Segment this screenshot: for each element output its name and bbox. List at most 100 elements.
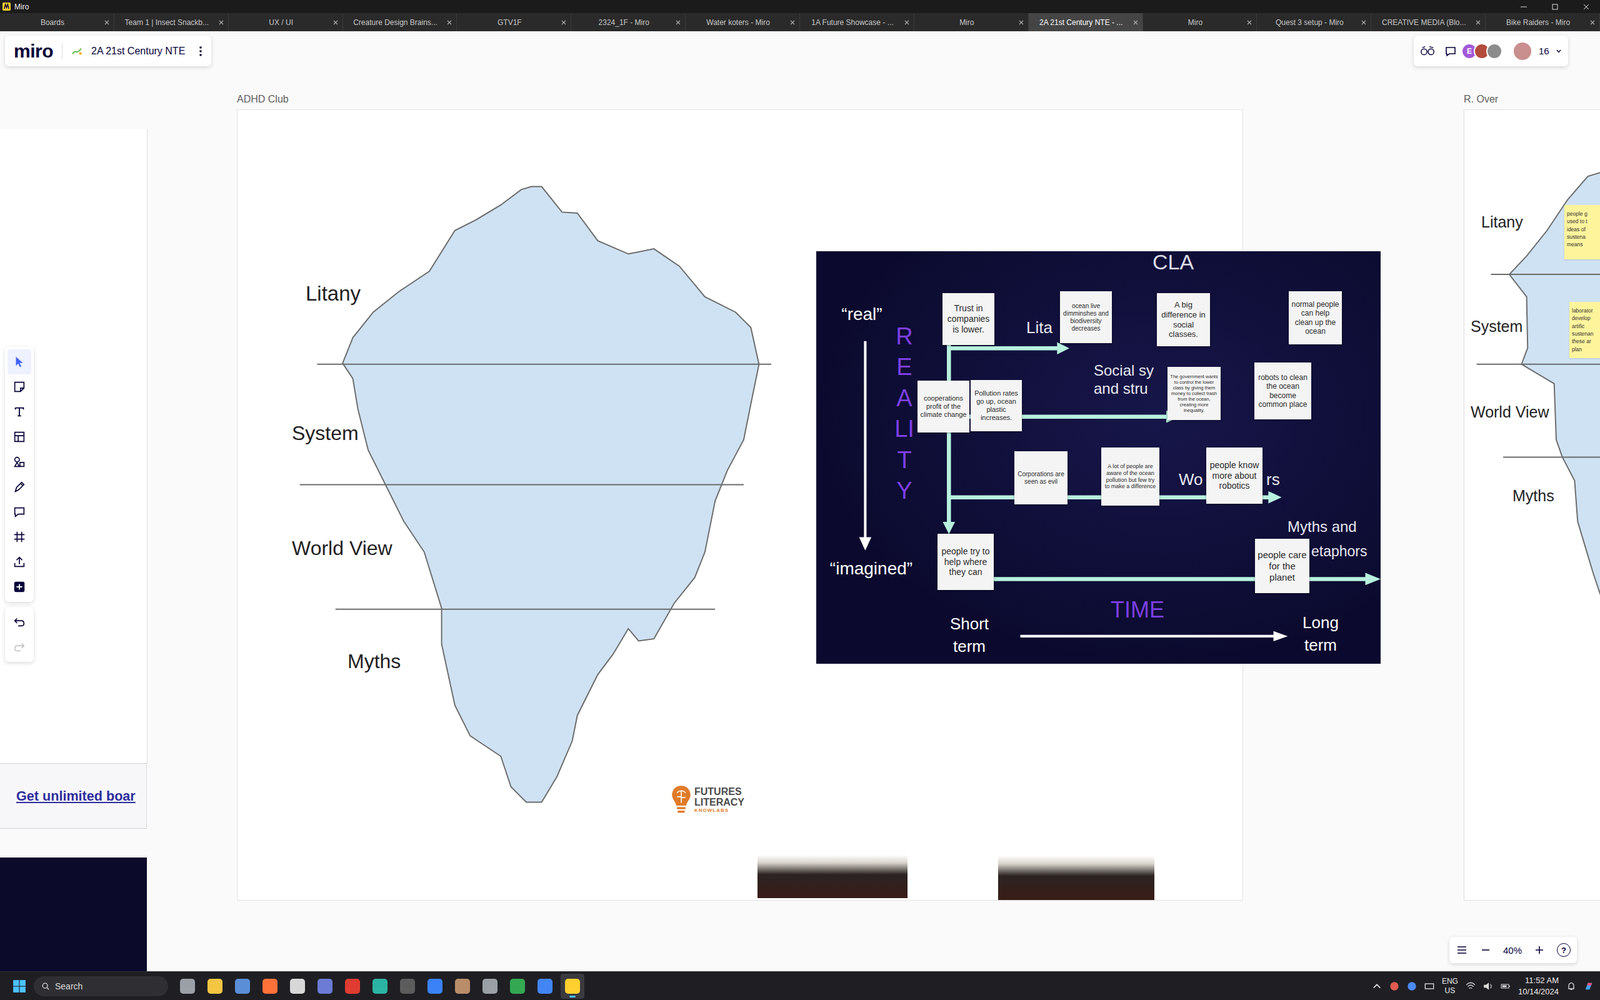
- close-icon[interactable]: [1360, 19, 1367, 26]
- tab[interactable]: Miro: [1143, 13, 1258, 32]
- sticky-note[interactable]: ocean live dimminshes and biodiversity d…: [1060, 291, 1112, 344]
- close-icon[interactable]: [1589, 19, 1596, 26]
- tab[interactable]: 2A 21st Century NTE - ...: [1028, 13, 1144, 32]
- sticky-note[interactable]: people try to help where they can: [937, 533, 994, 590]
- sticky-note[interactable]: normal people can help clean up the ocea…: [1288, 291, 1342, 345]
- tool-button[interactable]: [7, 474, 32, 500]
- wifi-icon[interactable]: [1465, 981, 1476, 992]
- app-tray-icon[interactable]: [1406, 981, 1417, 992]
- zoom-in-icon[interactable]: [1533, 943, 1546, 957]
- upgrade-link[interactable]: Get unlimited boar: [16, 788, 136, 805]
- sticky-note[interactable]: people gused to tideas ofsustenameans: [1564, 205, 1600, 260]
- taskbar-app[interactable]: [230, 973, 255, 999]
- reactions-icon[interactable]: [1420, 45, 1437, 58]
- chevron-down-icon[interactable]: [1555, 48, 1562, 55]
- close-icon[interactable]: [903, 19, 910, 26]
- windows-start-icon[interactable]: [12, 979, 27, 994]
- zoom-level[interactable]: 40%: [1503, 945, 1522, 956]
- tool-button[interactable]: [7, 449, 32, 475]
- taskbar-app[interactable]: [450, 973, 475, 999]
- sticky-note[interactable]: A big difference in social classes.: [1156, 293, 1210, 347]
- help-button[interactable]: ?: [1556, 943, 1571, 957]
- taskbar-app[interactable]: [340, 973, 365, 999]
- sticky-note[interactable]: Corporations are seen as evil: [1014, 451, 1068, 505]
- sticky-note[interactable]: Pollution rates go up, ocean plastic inc…: [970, 380, 1022, 432]
- futures-literacy-logo[interactable]: FUTURES LITERACY KNOWLABS: [670, 783, 745, 817]
- zoom-out-icon[interactable]: [1479, 943, 1492, 957]
- taskbar-app[interactable]: [313, 973, 337, 999]
- list-icon[interactable]: [1455, 943, 1469, 957]
- tab[interactable]: Water koters - Miro: [685, 13, 800, 32]
- taskbar-app[interactable]: [258, 973, 282, 999]
- comments-icon[interactable]: [1442, 45, 1459, 58]
- taskbar-app[interactable]: [560, 973, 585, 999]
- taskbar-app[interactable]: [285, 973, 310, 999]
- redo-button[interactable]: [7, 634, 32, 660]
- app-tray-icon[interactable]: [1389, 981, 1400, 992]
- cla-diagram[interactable]: CLA “real” “imagined” REALITY LitaSocial…: [816, 251, 1381, 664]
- ship-photo[interactable]: [998, 819, 1155, 900]
- tab[interactable]: Miro: [914, 13, 1029, 32]
- tab[interactable]: Bike Raiders - Miro: [1485, 13, 1600, 32]
- close-icon[interactable]: [1246, 19, 1253, 26]
- close-icon[interactable]: [1132, 19, 1139, 26]
- sticky-note[interactable]: Trust in companies is lower.: [942, 293, 995, 345]
- sticky-note[interactable]: laboratordevelopartificsustenanthese arp…: [1569, 301, 1600, 359]
- sticky-note[interactable]: robots to clean the ocean become common …: [1254, 362, 1312, 420]
- taskbar-app[interactable]: [505, 973, 530, 999]
- tab[interactable]: Quest 3 setup - Miro: [1256, 13, 1372, 32]
- frame-title[interactable]: R. Over: [1463, 93, 1499, 105]
- tool-button[interactable]: [7, 349, 32, 375]
- taskbar-app[interactable]: [423, 973, 447, 999]
- tab[interactable]: 1A Future Showcase - ...: [800, 13, 915, 32]
- tool-button[interactable]: [7, 499, 32, 525]
- close-icon[interactable]: [1475, 19, 1482, 26]
- ship-photo[interactable]: [757, 819, 908, 899]
- copilot-icon[interactable]: [1583, 981, 1594, 992]
- more-icon[interactable]: [198, 45, 203, 58]
- close-icon[interactable]: [675, 19, 682, 26]
- tab[interactable]: CREATIVE MEDIA (Blo...: [1371, 13, 1486, 32]
- taskbar-app[interactable]: [368, 973, 392, 999]
- tab[interactable]: Boards: [0, 13, 115, 32]
- frame[interactable]: LitanySystemWorld ViewMyths people gused…: [1463, 109, 1600, 901]
- clock[interactable]: 11:52 AM 10/14/2024: [1518, 975, 1559, 997]
- tab[interactable]: UX / UI: [228, 13, 344, 32]
- tool-button[interactable]: [7, 424, 32, 450]
- close-icon[interactable]: [218, 19, 225, 26]
- maximize-icon[interactable]: [1551, 3, 1559, 11]
- tool-button[interactable]: [7, 549, 32, 575]
- frame-title[interactable]: ADHD Club: [236, 93, 289, 105]
- battery-icon[interactable]: [1500, 981, 1511, 992]
- language-indicator[interactable]: ENGUS: [1441, 976, 1459, 996]
- tab[interactable]: GTV1F: [456, 13, 572, 32]
- chevron-up-icon[interactable]: [1371, 981, 1382, 992]
- speaker-icon[interactable]: [1483, 981, 1494, 992]
- close-icon[interactable]: [789, 19, 796, 26]
- undo-button[interactable]: [7, 609, 32, 635]
- sticky-note[interactable]: people know more about robotics: [1206, 447, 1263, 504]
- taskbar-app[interactable]: [395, 973, 420, 999]
- close-icon[interactable]: [560, 19, 567, 26]
- tab[interactable]: Creature Design Brains...: [343, 13, 458, 32]
- close-icon[interactable]: [103, 19, 110, 26]
- taskbar-app[interactable]: [533, 973, 557, 999]
- taskbar-app[interactable]: [203, 973, 227, 999]
- close-icon[interactable]: [1018, 19, 1025, 26]
- sticky-note[interactable]: The government wants to control the lowe…: [1167, 366, 1221, 420]
- tool-button[interactable]: [7, 574, 32, 600]
- close-icon[interactable]: [332, 19, 339, 26]
- close-icon[interactable]: [446, 19, 453, 26]
- tool-button[interactable]: [7, 374, 32, 400]
- taskbar-app[interactable]: [175, 973, 200, 999]
- tool-button[interactable]: [7, 399, 32, 425]
- board-canvas[interactable]: Get unlimited boar ADHD Club LitanySyste…: [0, 31, 1600, 972]
- close-window-icon[interactable]: [1582, 3, 1590, 11]
- sticky-note[interactable]: A lot of people are aware of the ocean p…: [1101, 447, 1160, 506]
- avatar[interactable]: [1486, 43, 1503, 60]
- tab[interactable]: 2324_1F - Miro: [571, 13, 686, 32]
- notification-icon[interactable]: [1566, 981, 1577, 992]
- taskbar-search[interactable]: Search: [33, 976, 169, 997]
- sticky-note[interactable]: people care for the planet: [1255, 538, 1310, 594]
- collaborator-count[interactable]: 16: [1538, 45, 1550, 57]
